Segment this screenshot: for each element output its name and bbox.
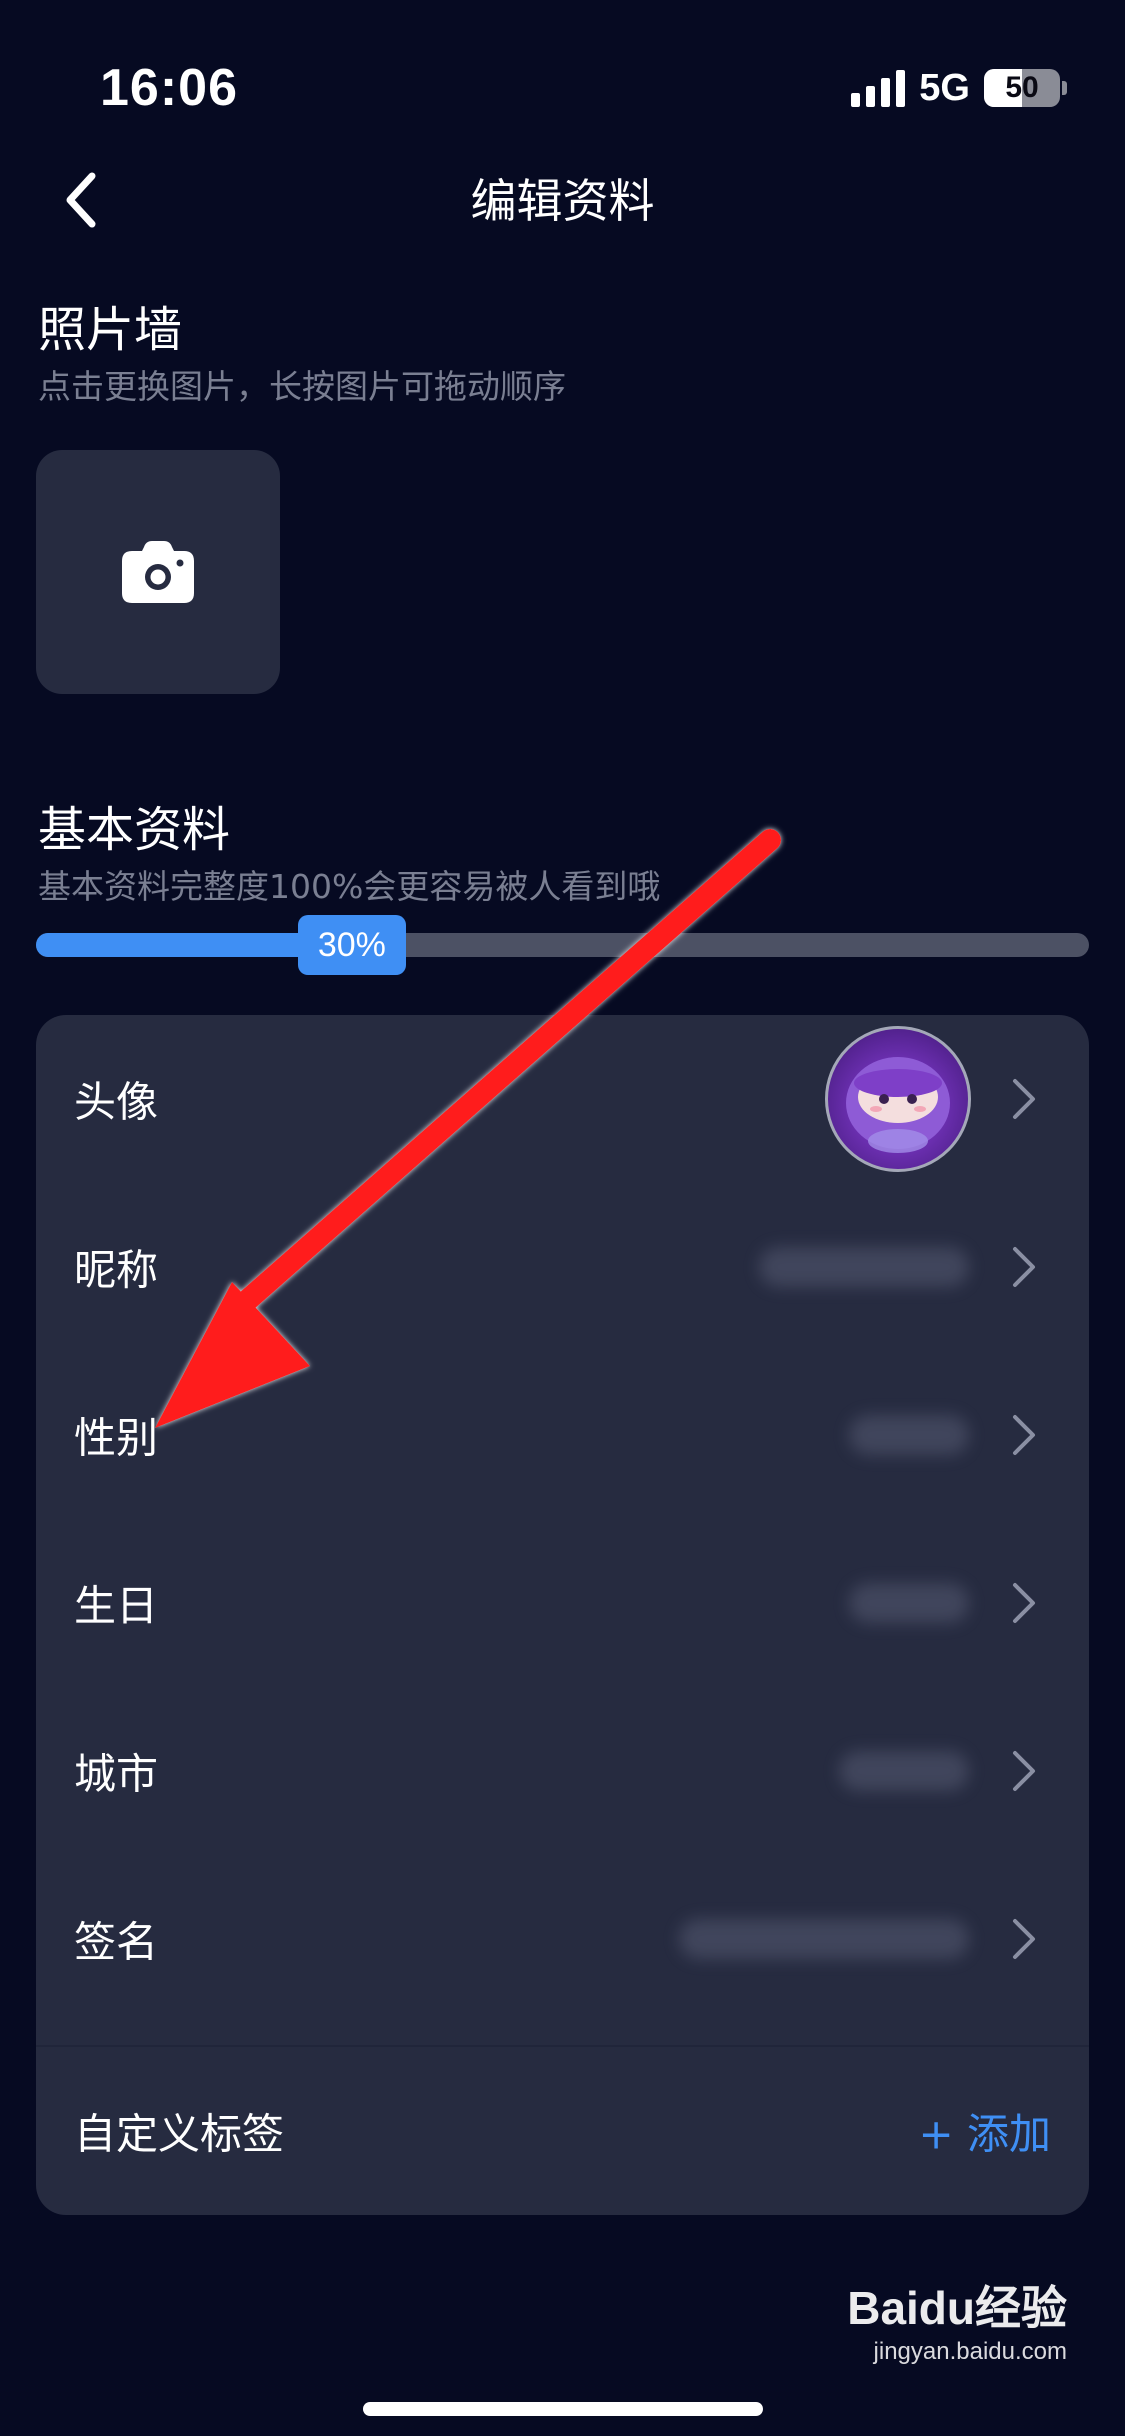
- add-photo-button[interactable]: [36, 450, 280, 694]
- row-birthday[interactable]: 生日: [36, 1519, 1089, 1687]
- chevron-right-icon: [1013, 1583, 1035, 1623]
- baidu-jingyan-watermark: Baidu经验 jingyan.baidu.com: [847, 2272, 1067, 2366]
- photo-wall-title: 照片墙: [38, 302, 183, 358]
- row-nickname[interactable]: 昵称: [36, 1183, 1089, 1351]
- camera-icon: [122, 541, 194, 603]
- network-type: 5G: [919, 66, 970, 109]
- row-gender[interactable]: 性别: [36, 1351, 1089, 1519]
- status-indicators: 5G 50: [851, 64, 1067, 112]
- row-birthday-label: 生日: [74, 1581, 159, 1631]
- row-city[interactable]: 城市: [36, 1687, 1089, 1855]
- nickname-value-blurred: [759, 1247, 969, 1287]
- add-tag-button[interactable]: + 添加: [918, 2101, 1051, 2162]
- chevron-right-icon: [1013, 1919, 1035, 1959]
- row-signature[interactable]: 签名: [36, 1855, 1089, 2023]
- avatar: [825, 1026, 971, 1172]
- row-nickname-label: 昵称: [74, 1245, 159, 1295]
- watermark-logo: Baidu经验: [847, 2282, 1067, 2334]
- basic-info-subtitle: 基本资料完整度100%会更容易被人看到哦: [38, 867, 661, 906]
- page-title: 编辑资料: [470, 174, 655, 228]
- gender-value-blurred: [849, 1415, 969, 1455]
- row-avatar[interactable]: 头像: [36, 1015, 1089, 1183]
- signature-value-blurred: [679, 1919, 969, 1959]
- birthday-value-blurred: [849, 1583, 969, 1623]
- profile-fields-card: 头像 昵称 性别 生日 城市 签名 自定义标签 + 添加: [36, 1015, 1089, 2215]
- battery-percent: 50: [1005, 71, 1039, 104]
- row-custom-tags: 自定义标签 + 添加: [36, 2047, 1089, 2215]
- row-city-label: 城市: [74, 1749, 159, 1799]
- basic-info-title: 基本资料: [38, 802, 231, 858]
- battery-tip: [1062, 81, 1067, 95]
- custom-tags-label: 自定义标签: [74, 2109, 285, 2159]
- battery-icon: 50: [984, 69, 1060, 107]
- completeness-progress-bar: [36, 933, 1089, 957]
- progress-badge: 30%: [297, 915, 406, 975]
- avatar-character-image: [846, 1057, 950, 1153]
- home-indicator[interactable]: [363, 2402, 763, 2416]
- row-signature-label: 签名: [74, 1917, 159, 1967]
- city-value-blurred: [839, 1751, 969, 1791]
- row-gender-label: 性别: [74, 1413, 159, 1463]
- chevron-right-icon: [1013, 1751, 1035, 1791]
- chevron-right-icon: [1013, 1415, 1035, 1455]
- cellular-signal-icon: [851, 69, 906, 107]
- edit-profile-screen: 16:06 5G 50 编辑资料 照片墙 点击更换图片，长按图片可拖动顺序 基本…: [0, 0, 1125, 2436]
- watermark-url: jingyan.baidu.com: [873, 2338, 1067, 2365]
- photo-wall-subtitle: 点击更换图片，长按图片可拖动顺序: [38, 367, 566, 406]
- chevron-right-icon: [1013, 1079, 1035, 1119]
- row-avatar-label: 头像: [74, 1077, 159, 1127]
- chevron-right-icon: [1013, 1247, 1035, 1287]
- status-time: 16:06: [100, 59, 238, 117]
